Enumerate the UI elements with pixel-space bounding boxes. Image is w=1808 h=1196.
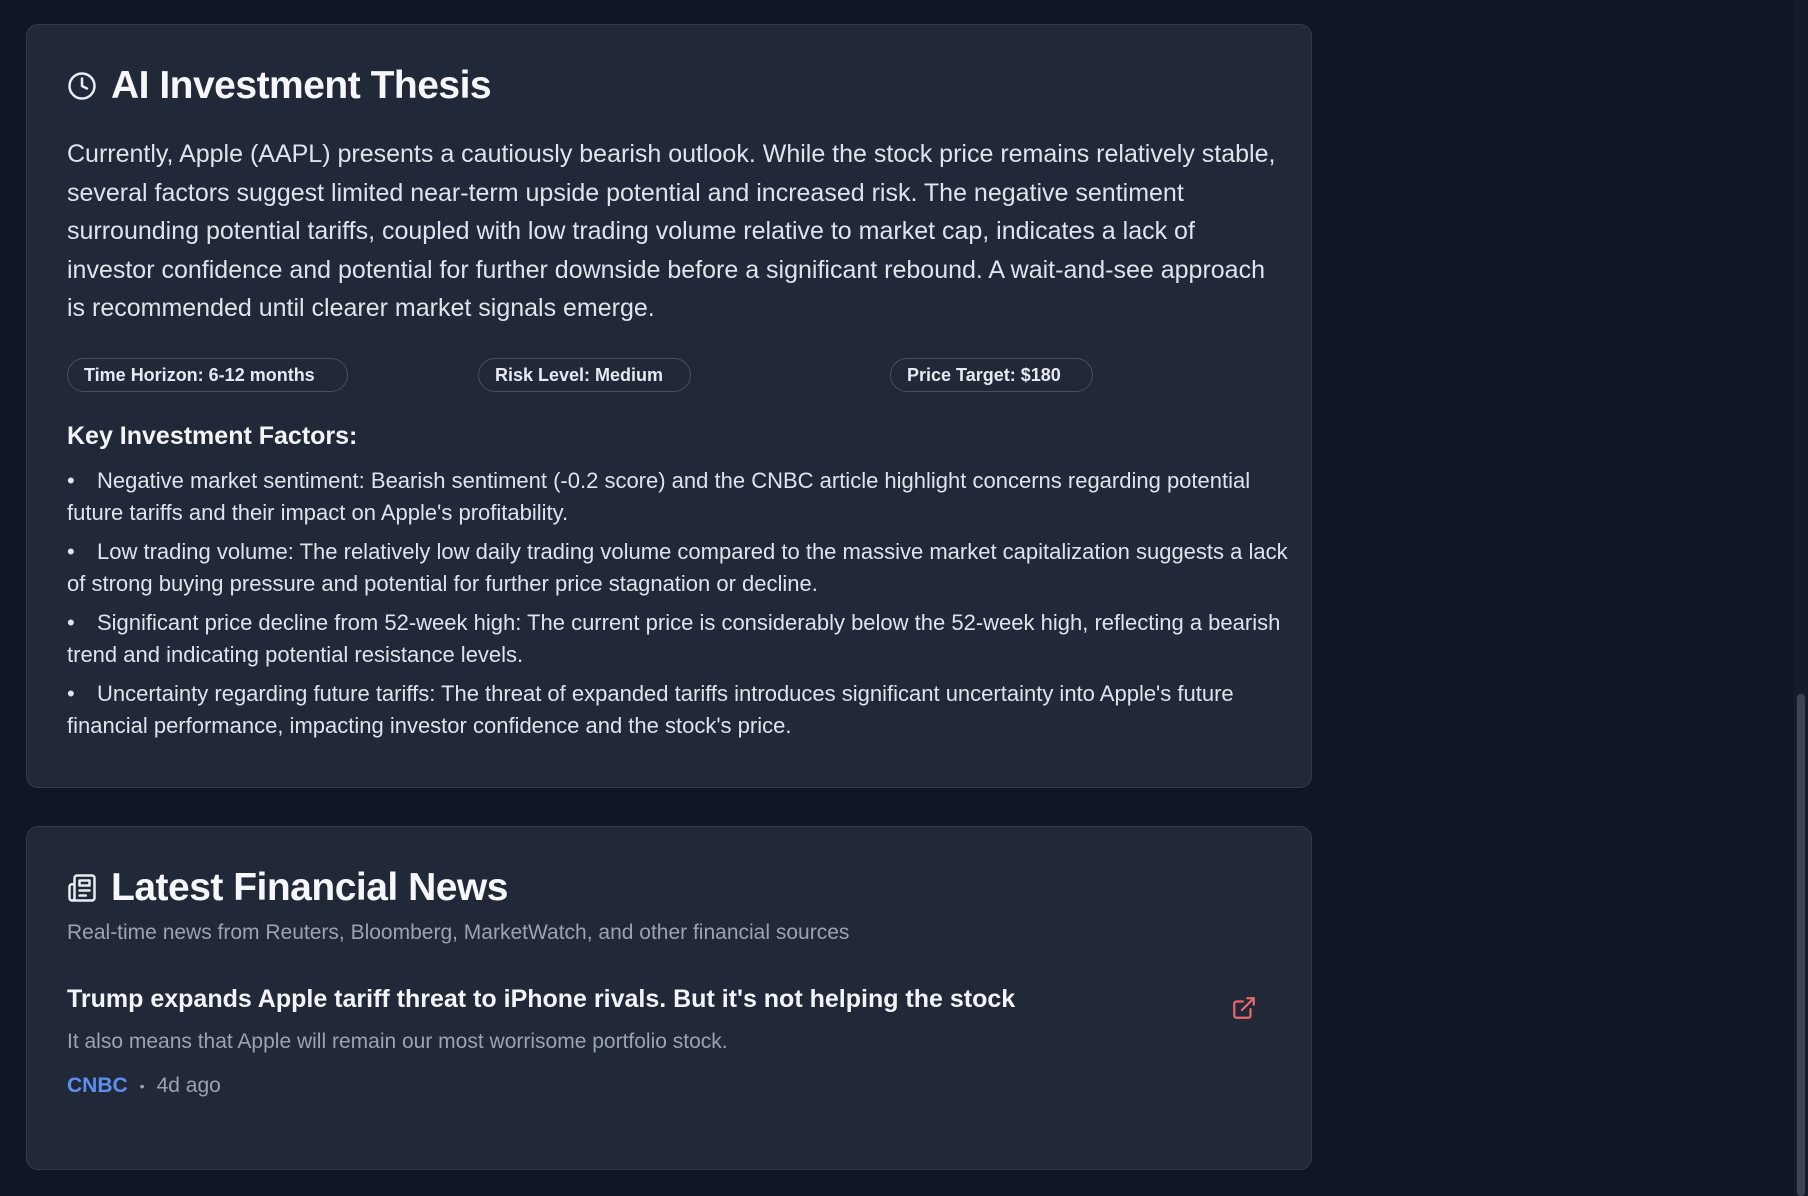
factor-text: Significant price decline from 52-week h… xyxy=(67,609,1281,667)
news-timestamp: 4d ago xyxy=(156,1074,221,1097)
newspaper-icon xyxy=(67,873,97,903)
news-source-link[interactable]: CNBC xyxy=(67,1074,128,1098)
news-header: Latest Financial News xyxy=(67,865,1271,911)
time-horizon-badge: Time Horizon: 6-12 months xyxy=(67,357,348,392)
external-link-icon[interactable] xyxy=(1231,995,1257,1021)
key-factors-list: • Negative market sentiment: Bearish sent… xyxy=(67,465,1297,742)
page: AI Investment Thesis Currently, Apple (A… xyxy=(0,0,1808,1196)
thesis-pills: Time Horizon: 6-12 months Risk Level: Me… xyxy=(67,357,1271,394)
bullet-icon: • xyxy=(67,467,75,493)
thesis-summary: Currently, Apple (AAPL) presents a cauti… xyxy=(67,140,1276,322)
news-meta: CNBC • 4d ago xyxy=(67,1074,1271,1098)
list-item: • Uncertainty regarding future tariffs: T… xyxy=(67,678,1297,742)
news-summary: It also means that Apple will remain our… xyxy=(67,1030,728,1053)
factor-text: Uncertainty regarding future tariffs: Th… xyxy=(67,680,1234,738)
factor-text: Low trading volume: The relatively low d… xyxy=(67,538,1288,596)
news-title: Latest Financial News xyxy=(111,866,508,909)
list-item: • Significant price decline from 52-week … xyxy=(67,607,1297,671)
list-item: • Negative market sentiment: Bearish sent… xyxy=(67,465,1297,529)
price-target-badge: Price Target: $180 xyxy=(890,357,1093,392)
scrollbar-thumb[interactable] xyxy=(1797,694,1805,1196)
clock-icon xyxy=(67,71,97,101)
news-headline[interactable]: Trump expands Apple tariff threat to iPh… xyxy=(67,985,1167,1014)
thesis-header: AI Investment Thesis xyxy=(67,63,1271,109)
risk-level-badge: Risk Level: Medium xyxy=(478,357,691,392)
bullet-icon: • xyxy=(67,538,75,564)
thesis-title: AI Investment Thesis xyxy=(111,64,492,107)
factor-text: Negative market sentiment: Bearish senti… xyxy=(67,467,1251,525)
bullet-icon: • xyxy=(67,680,75,706)
financial-news-card: Latest Financial News Real-time news fro… xyxy=(26,826,1312,1170)
news-article[interactable]: Trump expands Apple tariff threat to iPh… xyxy=(67,985,1271,1098)
key-factors-heading: Key Investment Factors: xyxy=(67,421,358,450)
investment-thesis-card: AI Investment Thesis Currently, Apple (A… xyxy=(26,24,1312,788)
meta-separator: • xyxy=(139,1078,145,1094)
list-item: • Low trading volume: The relatively low … xyxy=(67,536,1297,600)
news-subtitle: Real-time news from Reuters, Bloomberg, … xyxy=(67,921,850,944)
bullet-icon: • xyxy=(67,609,75,635)
